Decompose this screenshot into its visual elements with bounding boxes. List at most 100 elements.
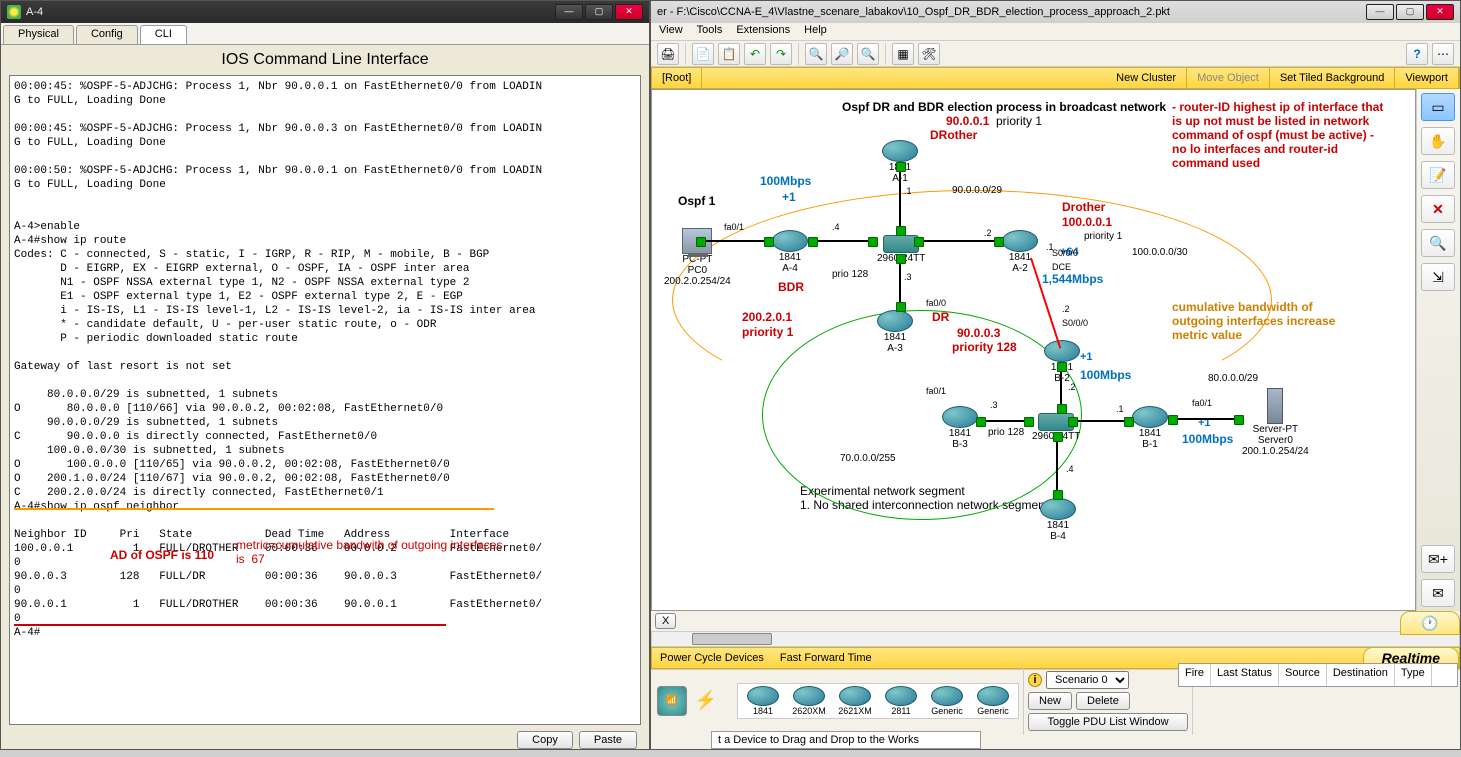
router-icon — [747, 686, 779, 706]
port-num: .2 — [1062, 302, 1070, 316]
device-a3[interactable]: 1841 A-3 — [877, 310, 913, 354]
device-name: A-4 — [772, 263, 808, 274]
highlight-red — [14, 624, 446, 626]
close-button[interactable]: ✕ — [615, 4, 643, 20]
net-90: 90.0.0.0/29 — [952, 184, 1002, 198]
zoom-out-icon[interactable]: 🔍 — [857, 43, 879, 65]
toggle-pdu-button[interactable]: Toggle PDU List Window — [1028, 713, 1188, 731]
topology-title: Ospf DR and BDR election process in broa… — [842, 100, 1166, 114]
device-net: 200.2.0.254/24 — [664, 276, 731, 287]
device-model: 1841 — [772, 252, 808, 263]
packet-tracer-window: er - F:\Cisco\CCNA-E_4\Vlastne_scenare_l… — [650, 0, 1461, 750]
power-cycle-button[interactable]: Power Cycle Devices — [652, 652, 772, 664]
titlebar[interactable]: er - F:\Cisco\CCNA-E_4\Vlastne_scenare_l… — [651, 1, 1460, 23]
maximize-button[interactable]: ▢ — [1396, 4, 1424, 20]
fast-forward-button[interactable]: Fast Forward Time — [772, 652, 880, 664]
x-button[interactable]: X — [655, 613, 676, 629]
tab-config[interactable]: Config — [76, 25, 138, 44]
port-num: .3 — [990, 398, 998, 412]
menu-extensions[interactable]: Extensions — [736, 24, 790, 39]
device-model: 1841 — [1132, 428, 1168, 439]
router-icon — [839, 686, 871, 706]
resize-tool-icon[interactable]: ⇲ — [1421, 263, 1455, 291]
b2-speed: 100Mbps — [1080, 368, 1131, 382]
new-cluster-button[interactable]: New Cluster — [1106, 68, 1187, 88]
hand-tool-icon[interactable]: ✋ — [1421, 127, 1455, 155]
menu-view[interactable]: View — [659, 24, 683, 39]
net-80: 80.0.0.0/29 — [1208, 372, 1258, 386]
server-icon — [1267, 388, 1283, 424]
b2-serial: S0/0/0 — [1062, 316, 1088, 330]
tabs: Physical Config CLI — [1, 23, 649, 45]
device-server0[interactable]: Server-PT Server0 200.1.0.254/24 — [1242, 388, 1309, 457]
minimize-button[interactable]: — — [1366, 4, 1394, 20]
info-icon[interactable]: ⋯ — [1432, 43, 1454, 65]
palette-icon[interactable]: ▦ — [892, 43, 914, 65]
col-source: Source — [1279, 664, 1327, 686]
a2-speed: 1,544Mbps — [1042, 272, 1103, 286]
close-button[interactable]: ✕ — [1426, 4, 1454, 20]
root-link[interactable]: [Root] — [652, 68, 702, 88]
category-router-icon[interactable]: 📶 — [657, 686, 687, 716]
viewport-button[interactable]: Viewport — [1395, 68, 1459, 88]
new-scenario-button[interactable]: New — [1028, 692, 1072, 710]
scenario-select[interactable]: Scenario 0 — [1046, 671, 1129, 689]
menu-tools[interactable]: Tools — [697, 24, 723, 39]
select-tool-icon[interactable]: ▭ — [1421, 93, 1455, 121]
ospf-label: Ospf 1 — [678, 194, 715, 208]
drag-hint: t a Device to Drag and Drop to the Works — [711, 731, 981, 749]
simple-pdu-icon[interactable]: ✉+ — [1421, 545, 1455, 573]
device-b1[interactable]: 1841 B-1 — [1132, 406, 1168, 450]
redo-icon[interactable]: ↷ — [770, 43, 792, 65]
delete-scenario-button[interactable]: Delete — [1076, 692, 1130, 710]
tray-2620xm[interactable]: 2620XM — [788, 686, 830, 716]
link — [980, 420, 1030, 422]
port-num: .2 — [984, 226, 992, 240]
port-num: .2 — [1068, 380, 1076, 394]
tray-generic2[interactable]: Generic — [972, 686, 1014, 716]
tray-generic1[interactable]: Generic — [926, 686, 968, 716]
a4-prio: priority 1 — [742, 325, 793, 339]
tray-2621xm[interactable]: 2621XM — [834, 686, 876, 716]
set-tiled-bg-button[interactable]: Set Tiled Background — [1270, 68, 1396, 88]
print-icon[interactable]: 🖨 — [657, 43, 679, 65]
titlebar[interactable]: A-4 — ▢ ✕ — [1, 1, 649, 23]
cli-output[interactable]: 00:00:45: %OSPF-5-ADJCHG: Process 1, Nbr… — [9, 75, 641, 725]
router-icon — [772, 230, 808, 252]
complex-pdu-icon[interactable]: ✉ — [1421, 579, 1455, 607]
copy-icon[interactable]: 📄 — [692, 43, 714, 65]
paste-icon[interactable]: 📋 — [718, 43, 740, 65]
tray-1841[interactable]: 1841 — [742, 686, 784, 716]
realtime-clock-icon[interactable]: 🕐 — [1400, 611, 1460, 635]
tab-physical[interactable]: Physical — [3, 25, 74, 44]
delete-tool-icon[interactable]: ✕ — [1421, 195, 1455, 223]
paste-button[interactable]: Paste — [579, 731, 637, 749]
maximize-button[interactable]: ▢ — [585, 4, 613, 20]
help-icon[interactable]: ? — [1406, 43, 1428, 65]
link — [700, 240, 770, 242]
menu-help[interactable]: Help — [804, 24, 827, 39]
topology-canvas[interactable]: Ospf DR and BDR election process in broa… — [651, 89, 1416, 611]
device-b4[interactable]: 1841 B-4 — [1040, 498, 1076, 542]
undo-icon[interactable]: ↶ — [744, 43, 766, 65]
router-id-note: - router-ID highest ip of interface that… — [1172, 100, 1392, 170]
link — [1056, 436, 1058, 496]
category-connection-icon[interactable]: ⚡ — [691, 686, 721, 716]
minimize-button[interactable]: — — [555, 4, 583, 20]
tray-2811[interactable]: 2811 — [880, 686, 922, 716]
tab-cli[interactable]: CLI — [140, 25, 187, 44]
info-icon: i — [1028, 673, 1042, 687]
custom-icon[interactable]: 🛠 — [918, 43, 940, 65]
note-tool-icon[interactable]: 📝 — [1421, 161, 1455, 189]
move-object-button[interactable]: Move Object — [1187, 68, 1270, 88]
if-label: fa0/1 — [724, 220, 744, 234]
zoom-in-icon[interactable]: 🔍 — [805, 43, 827, 65]
device-name: B-3 — [942, 439, 978, 450]
device-b3[interactable]: 1841 B-3 — [942, 406, 978, 450]
horizontal-scrollbar[interactable] — [651, 631, 1460, 647]
device-a4[interactable]: 1841 A-4 — [772, 230, 808, 274]
device-name: Server0 — [1242, 435, 1309, 446]
zoom-reset-icon[interactable]: 🔎 — [831, 43, 853, 65]
copy-button[interactable]: Copy — [517, 731, 573, 749]
inspect-tool-icon[interactable]: 🔍 — [1421, 229, 1455, 257]
